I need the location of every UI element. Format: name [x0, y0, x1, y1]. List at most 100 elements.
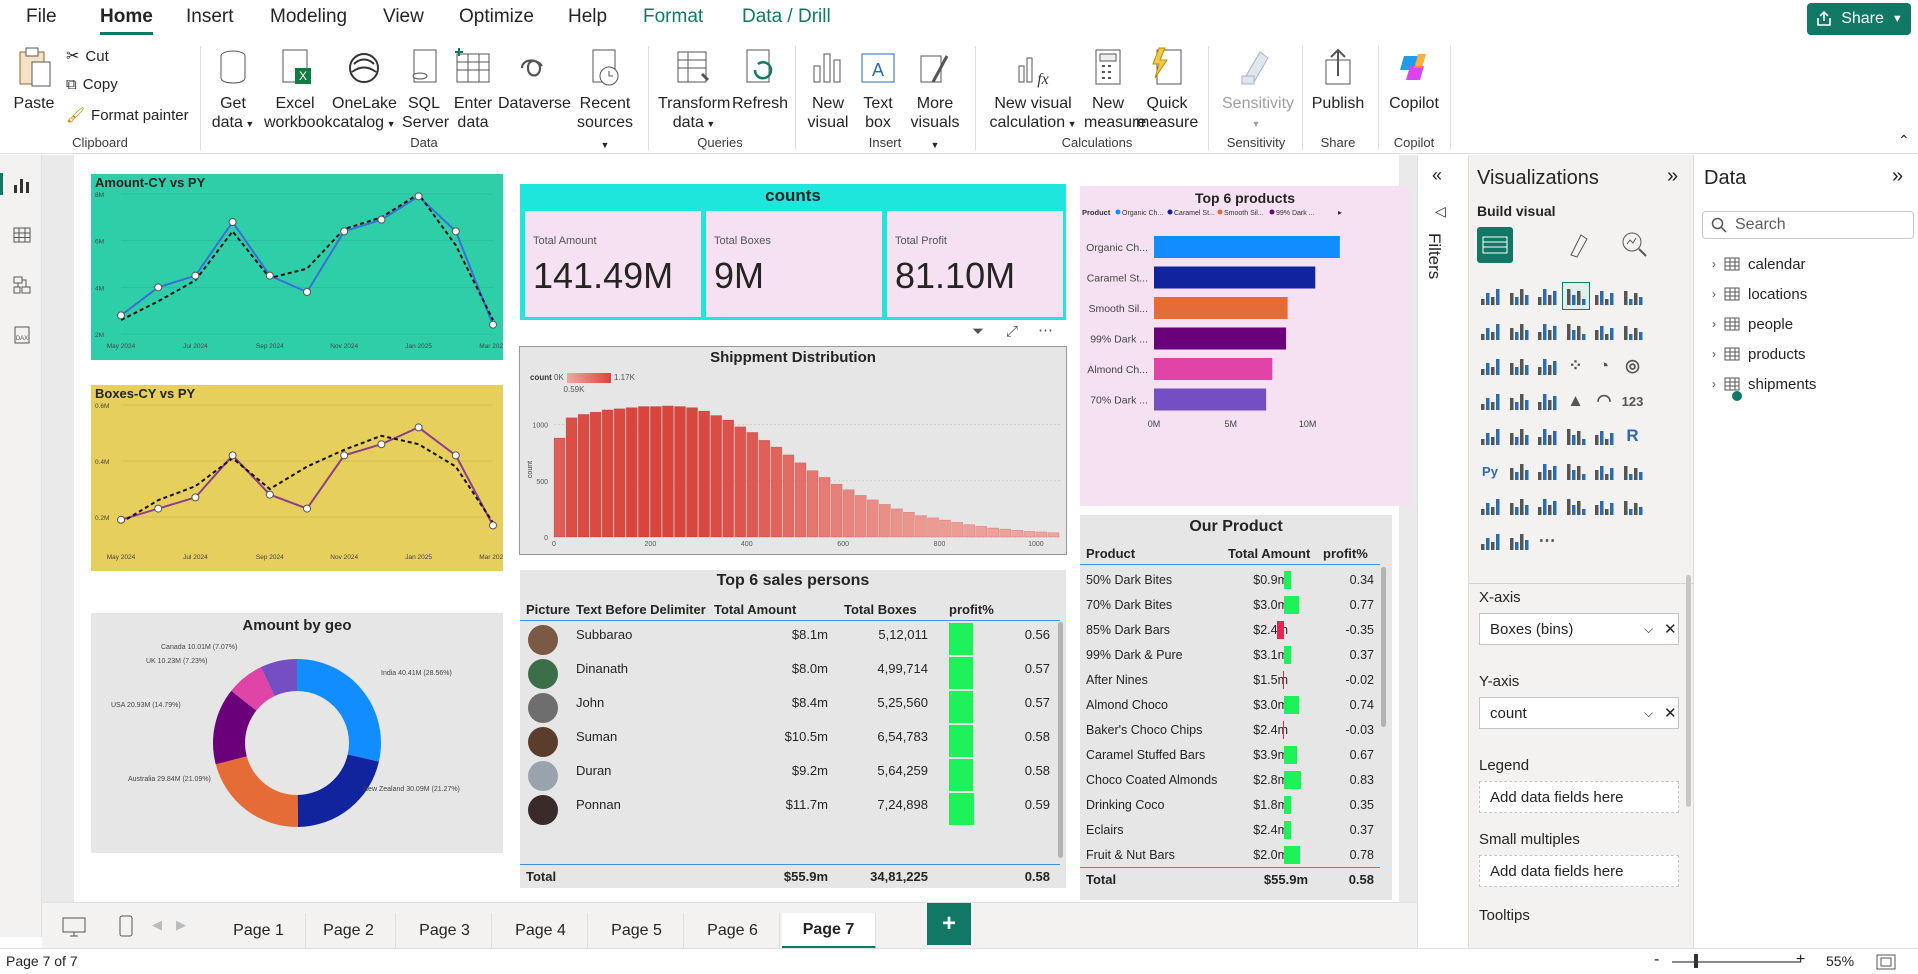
enter-data-button[interactable]: Enter data [452, 46, 494, 132]
line-chart-icon[interactable] [1477, 318, 1503, 344]
table-row[interactable]: Dinanath $8.0m 4,99,714 0.57 [520, 657, 1060, 691]
expand-filters-icon[interactable]: « [1432, 165, 1442, 186]
our-product-visual[interactable]: Our Product Product Total Amount profit%… [1080, 515, 1392, 900]
chevron-right-icon[interactable]: › [1712, 257, 1716, 271]
stacked-column-icon[interactable] [1506, 283, 1532, 309]
paginated-report-icon[interactable] [1477, 493, 1503, 519]
table-row[interactable]: Caramel Stuffed Bars $3.9m 0.67 [1080, 743, 1380, 768]
scatter-icon[interactable]: ⁘ [1563, 353, 1589, 379]
column-header[interactable]: Product [1086, 546, 1135, 561]
chevron-right-icon[interactable]: › [1712, 317, 1716, 331]
table-scrollbar[interactable] [1381, 567, 1386, 727]
menu-format[interactable]: Format [643, 6, 703, 30]
add-page-button[interactable]: + [927, 903, 971, 945]
collapse-pane-icon[interactable]: » [1667, 165, 1678, 188]
sensitivity-button[interactable]: Sensitivity ▼ [1222, 46, 1294, 134]
stacked-column-100-icon[interactable] [1620, 283, 1646, 309]
transform-data-button[interactable]: Transform data ▼ [658, 46, 730, 134]
filters-pane-collapsed[interactable]: « ◁ Filters [1417, 155, 1469, 948]
chevron-down-icon[interactable]: ⌵ [1644, 622, 1653, 637]
desktop-layout-icon[interactable] [62, 917, 86, 937]
amount-by-geo-visual[interactable]: Amount by geo Canada 10.01M (7.07%) UK 10… [91, 613, 503, 853]
zoom-out-icon[interactable]: - [1654, 951, 1659, 969]
column-header[interactable]: profit% [949, 602, 994, 617]
pie-icon[interactable]: ◔ [1591, 353, 1617, 379]
quick-measure-button[interactable]: Quick measure [1136, 46, 1198, 132]
table-calendar[interactable]: › calendar [1712, 253, 1806, 275]
chevron-right-icon[interactable]: › [1712, 287, 1716, 301]
column-header[interactable]: Text Before Delimiter [576, 602, 706, 617]
boxes-cy-vs-py-visual[interactable]: Boxes-CY vs PY 0.6M 0.4M 0.2M May 2024 Jul 2… [91, 385, 503, 571]
new-measure-button[interactable]: New measure [1084, 46, 1146, 132]
focus-mode-icon[interactable]: ⤢ [1006, 323, 1018, 340]
chevrons-icon[interactable] [1506, 528, 1532, 554]
table-row[interactable]: 85% Dark Bars $2.4m -0.35 [1080, 618, 1380, 643]
table-row[interactable]: Almond Choco $3.0m 0.74 [1080, 693, 1380, 718]
y-axis-well[interactable]: count ⌵ ✕ [1479, 697, 1679, 729]
stacked-bar-100-icon[interactable] [1591, 283, 1617, 309]
table-row[interactable]: Eclairs $2.4m 0.37 [1080, 818, 1380, 843]
search-box[interactable]: Search [1702, 211, 1914, 239]
collapse-pane-icon[interactable]: » [1892, 165, 1903, 188]
new-visual-button[interactable]: New visual [804, 46, 852, 132]
area-100-icon[interactable] [1563, 318, 1589, 344]
column-header[interactable]: Total Amount [1228, 546, 1310, 561]
table-row[interactable]: Suman $10.5m 6,54,783 0.58 [520, 725, 1060, 759]
decomposition-tree-icon[interactable] [1534, 458, 1560, 484]
remove-field-icon[interactable]: ✕ [1664, 704, 1677, 722]
next-page-icon[interactable]: ▶ [176, 917, 186, 933]
pane-scrollbar[interactable] [1686, 575, 1691, 807]
clustered-column-icon[interactable] [1561, 282, 1590, 310]
build-visual-tab[interactable] [1477, 227, 1513, 263]
stacked-bar-icon[interactable] [1477, 283, 1503, 309]
table-row[interactable]: Ponnan $11.7m 7,24,898 0.59 [520, 793, 1060, 827]
report-view-icon[interactable] [12, 175, 32, 195]
table-row[interactable]: Duran $9.2m 5,64,259 0.58 [520, 759, 1060, 793]
share-button[interactable]: Share ▼ [1807, 3, 1911, 35]
page-tab[interactable]: Page 7 [782, 913, 876, 949]
matrix-icon[interactable] [1591, 423, 1617, 449]
menu-modeling[interactable]: Modeling [270, 6, 347, 30]
table-row[interactable]: Choco Coated Almonds $2.8m 0.83 [1080, 768, 1380, 793]
page-tab[interactable]: Page 4 [494, 913, 588, 949]
page-tab[interactable]: Page 6 [686, 913, 780, 949]
dataverse-button[interactable]: Dataverse [498, 46, 571, 113]
custom-visual-icon[interactable] [1591, 493, 1617, 519]
table-row[interactable]: John $8.4m 5,25,560 0.57 [520, 691, 1060, 725]
excel-workbook-button[interactable]: X Excel workbook [264, 46, 332, 132]
chevron-down-icon[interactable]: ⌵ [1644, 706, 1653, 721]
menu-help[interactable]: Help [568, 6, 607, 30]
page-tab[interactable]: Page 5 [590, 913, 684, 949]
copy-button[interactable]: ⧉ Copy [66, 76, 118, 93]
table-scrollbar[interactable] [1058, 622, 1063, 858]
funnel-icon[interactable] [1534, 353, 1560, 379]
kpi-icon[interactable] [1506, 423, 1532, 449]
x-axis-well[interactable]: Boxes (bins) ⌵ ✕ [1479, 613, 1679, 645]
counts-visual[interactable]: counts Total Amount 141.49M Total Boxes … [520, 184, 1066, 320]
column-header[interactable]: Total Amount [714, 602, 796, 617]
ribbon-chart-icon[interactable] [1477, 353, 1503, 379]
gauge-icon[interactable]: ◠ [1591, 388, 1617, 414]
table-products[interactable]: › products [1712, 343, 1806, 365]
area-chart-icon[interactable] [1506, 318, 1532, 344]
page-tab[interactable]: Page 1 [212, 913, 306, 949]
line-clustered-column-icon[interactable] [1620, 318, 1646, 344]
collapse-ribbon-icon[interactable]: ⌃ [1898, 132, 1910, 149]
menu-insert[interactable]: Insert [186, 6, 234, 30]
goals-icon[interactable] [1620, 458, 1646, 484]
narrative-icon[interactable] [1591, 458, 1617, 484]
format-visual-icon[interactable] [1565, 229, 1595, 259]
page-tab[interactable]: Page 2 [302, 913, 396, 949]
top-6-products-visual[interactable]: Top 6 products Product Organic Ch... Caram… [1080, 186, 1410, 506]
chevron-right-icon[interactable]: › [1712, 377, 1716, 391]
key-influencers-icon[interactable] [1506, 458, 1532, 484]
analytics-icon[interactable] [1619, 229, 1649, 259]
get-data-button[interactable]: Get data ▼ [208, 46, 258, 134]
treemap-icon[interactable] [1477, 388, 1503, 414]
amount-cy-vs-py-visual[interactable]: Amount-CY vs PY 8M 6M 4M 2M May 2024 Jul 2024… [91, 174, 503, 360]
r-visual-icon[interactable]: R [1620, 423, 1646, 449]
table-row[interactable]: 50% Dark Bites $0.9m 0.34 [1080, 568, 1380, 593]
menu-optimize[interactable]: Optimize [459, 6, 534, 30]
table-view-icon[interactable] [12, 225, 32, 245]
mobile-layout-icon[interactable] [118, 915, 134, 937]
